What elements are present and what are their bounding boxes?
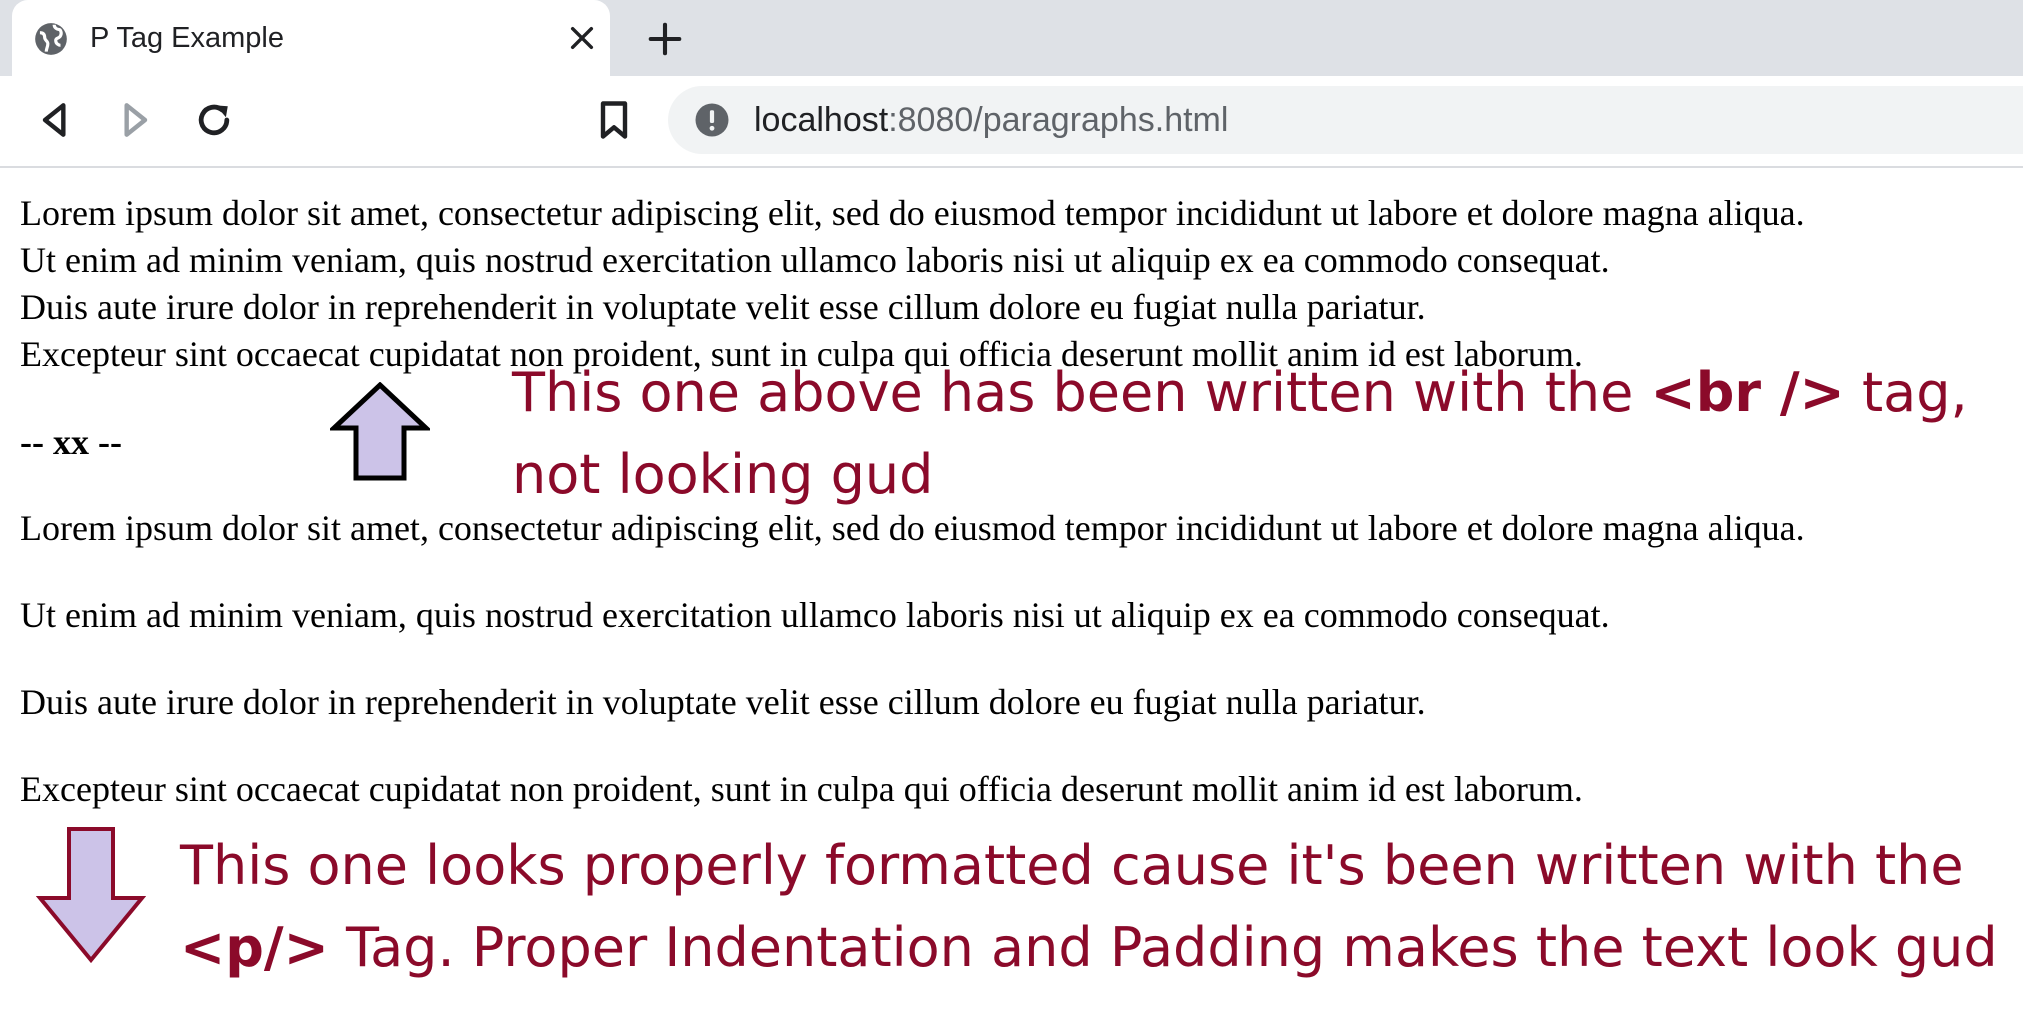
- annotation-line: This one looks properly formatted cause …: [180, 834, 1964, 897]
- url-path: :8080/paragraphs.html: [888, 101, 1229, 139]
- url-text[interactable]: localhost:8080/paragraphs.html: [754, 98, 1228, 142]
- br-paragraph: Lorem ipsum dolor sit amet, consectetur …: [20, 190, 1805, 378]
- tab-strip: P Tag Example: [0, 0, 2023, 76]
- info-icon[interactable]: [694, 102, 730, 138]
- separator-text: -- xx --: [20, 422, 122, 462]
- annotation-text: This one above has been written with the: [512, 361, 1651, 424]
- forward-icon[interactable]: [112, 98, 156, 142]
- paragraph: Excepteur sint occaecat cupidatat non pr…: [20, 769, 1583, 809]
- browser-toolbar: localhost:8080/paragraphs.html: [0, 76, 2023, 168]
- br-line: Duis aute irure dolor in reprehenderit i…: [20, 287, 1426, 327]
- annotation-line: <p/> Tag. Proper Indentation and Padding…: [180, 907, 1998, 989]
- arrow-up-icon: [330, 382, 430, 481]
- annotation-line: This one above has been written with the…: [512, 352, 1968, 434]
- paragraph: Ut enim ad minim veniam, quis nostrud ex…: [20, 595, 1610, 635]
- br-line: Ut enim ad minim veniam, quis nostrud ex…: [20, 240, 1610, 280]
- url-host: localhost: [754, 101, 889, 139]
- back-icon[interactable]: [34, 98, 78, 142]
- br-line: Lorem ipsum dolor sit amet, consectetur …: [20, 193, 1805, 233]
- tab-title: P Tag Example: [90, 22, 284, 54]
- annotation-code: <br />: [1650, 361, 1845, 424]
- annotation-line: not looking gud: [512, 443, 934, 506]
- globe-icon: [35, 23, 67, 55]
- annotation-text: tag,: [1844, 361, 1968, 424]
- annotation-text: Tag. Proper Indentation and Padding make…: [328, 916, 1998, 979]
- annotation-br: This one above has been written with the…: [512, 352, 1968, 516]
- annotation-code: <p/>: [180, 916, 329, 979]
- annotation-p: This one looks properly formatted cause …: [180, 825, 1998, 989]
- close-icon[interactable]: [566, 22, 598, 54]
- plus-icon[interactable]: [646, 20, 684, 58]
- reload-icon[interactable]: [192, 98, 236, 142]
- address-bar[interactable]: localhost:8080/paragraphs.html: [668, 86, 2023, 154]
- browser-tab[interactable]: P Tag Example: [12, 0, 610, 76]
- paragraph: Duis aute irure dolor in reprehenderit i…: [20, 682, 1426, 722]
- arrow-down-icon: [36, 827, 146, 964]
- bookmark-icon[interactable]: [592, 98, 636, 142]
